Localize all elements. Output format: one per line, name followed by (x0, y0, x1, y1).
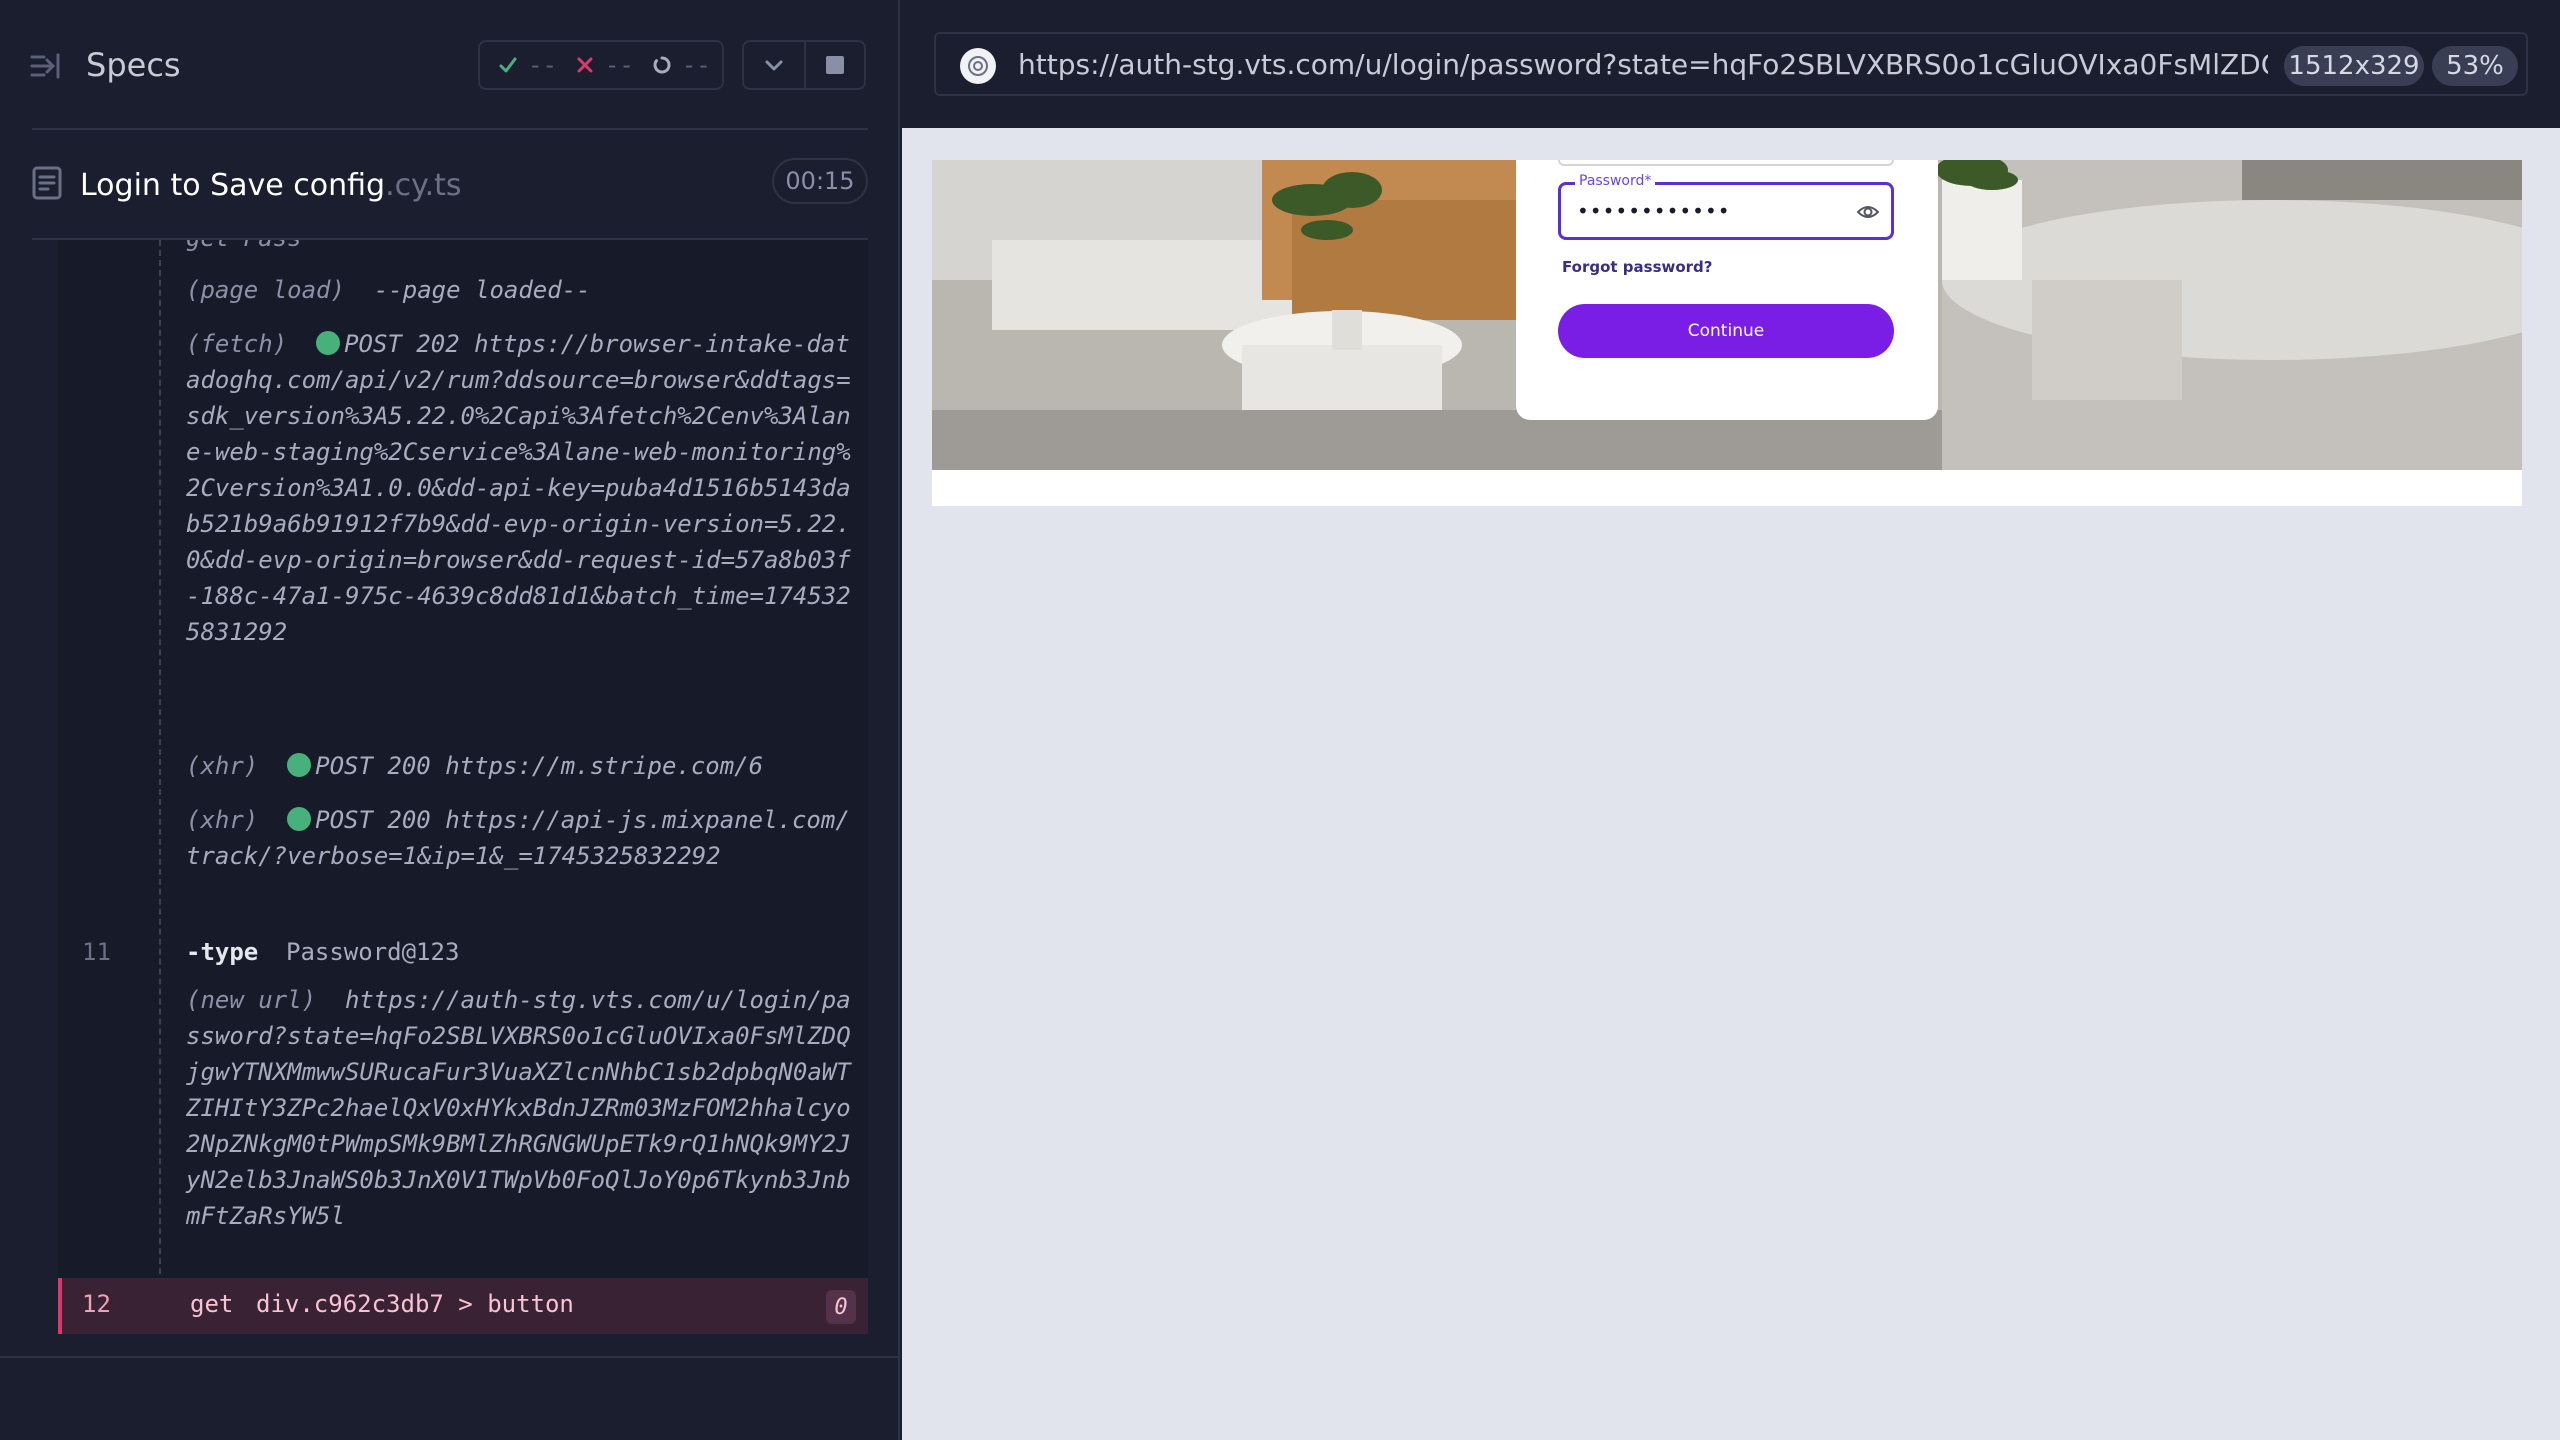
spec-name-base: Login to Save config (80, 168, 386, 203)
log-entry-cut: get Pass (186, 240, 302, 256)
x-icon (577, 57, 593, 73)
spec-duration-badge: 00:15 (772, 158, 868, 204)
spec-name: Login to Save config.cy.ts (80, 166, 462, 206)
log-entry-kind: (page load) (186, 276, 345, 304)
aut-panel: https://auth-stg.vts.com/u/login/passwor… (902, 0, 2560, 1440)
command-log[interactable]: get Pass (page load) --page loaded-- (fe… (58, 240, 868, 1334)
pending-stat: -- (652, 51, 711, 79)
stop-icon (825, 56, 844, 74)
email-field[interactable] (1558, 160, 1894, 166)
pending-icon (653, 56, 671, 74)
log-entry-text: https://auth-stg.vts.com/u/login/passwor… (186, 986, 851, 1230)
test-stats: -- -- -- (478, 40, 724, 90)
run-controls (742, 40, 866, 90)
collapse-chevron-icon[interactable] (744, 42, 804, 88)
check-icon (499, 57, 517, 73)
pending-count: -- (681, 51, 711, 79)
log-entry-kind: (xhr) (186, 752, 259, 780)
eye-icon[interactable] (1857, 203, 1879, 221)
password-field[interactable]: Password* •••••••••••• (1558, 173, 1894, 240)
viewport-size-badge[interactable]: 1512x329 (2284, 46, 2424, 86)
log-entry-new-url[interactable]: (new url) https://auth-stg.vts.com/u/log… (186, 982, 854, 1234)
command-name: get (190, 1290, 234, 1318)
command-name: -type (186, 938, 259, 966)
passed-stat: -- (498, 51, 557, 79)
url-bar[interactable]: https://auth-stg.vts.com/u/login/passwor… (934, 32, 2528, 96)
specs-header: Specs -- -- -- (0, 0, 900, 130)
command-number: 11 (82, 938, 111, 966)
log-entry-xhr[interactable]: (xhr) POST 200 https://m.stripe.com/6 (186, 748, 854, 784)
element-count-badge: 0 (826, 1290, 856, 1324)
passed-count: -- (528, 51, 557, 79)
log-entry-text: POST 200 https://api-js.mixpanel.com/tra… (186, 806, 850, 870)
failed-stat: -- (575, 51, 634, 79)
log-entry-text: POST 200 https://m.stripe.com/6 (315, 752, 764, 780)
url-text: https://auth-stg.vts.com/u/login/passwor… (1018, 48, 2268, 81)
stop-button[interactable] (803, 42, 864, 88)
zoom-badge[interactable]: 53% (2432, 46, 2518, 86)
command-type[interactable]: 11 -type Password@123 (58, 926, 868, 982)
document-icon (32, 166, 62, 200)
log-entry-page-load[interactable]: (page load) --page loaded-- (186, 272, 854, 308)
log-entry-kind: (new url) (186, 986, 317, 1014)
log-guide-line (159, 240, 161, 1334)
forgot-password-link[interactable]: Forgot password? (1562, 258, 1713, 276)
specs-title[interactable]: Specs (86, 45, 181, 85)
command-get-failed[interactable]: 12 get div.c962c3db7 > button 0 (58, 1278, 868, 1334)
log-entry-kind: (fetch) (186, 330, 288, 358)
failed-count: -- (604, 51, 634, 79)
log-entry-xhr[interactable]: (xhr) POST 200 https://api-js.mixpanel.c… (186, 802, 854, 874)
password-label: Password* (1575, 173, 1656, 189)
log-entry-text: --page loaded-- (373, 276, 591, 304)
status-dot-icon (287, 807, 312, 831)
reporter-bottom-divider (0, 1356, 900, 1358)
spec-name-ext: .cy.ts (385, 168, 462, 203)
command-number: 12 (82, 1290, 111, 1318)
password-value: •••••••••••• (1577, 199, 1731, 223)
log-entry-kind: (xhr) (186, 806, 259, 834)
status-dot-icon (287, 753, 312, 777)
command-arg: Password@123 (286, 938, 460, 966)
aut-header: https://auth-stg.vts.com/u/login/passwor… (902, 0, 2560, 128)
spec-row[interactable]: Login to Save config.cy.ts 00:15 (0, 130, 900, 238)
command-arg: div.c962c3db7 > button (256, 1290, 574, 1318)
reporter-panel: Specs -- -- -- Login to Save config.cy.t… (0, 0, 900, 1440)
status-dot-icon (316, 331, 341, 355)
log-entry-fetch[interactable]: (fetch) POST 202 https://browser-intake-… (186, 326, 854, 650)
specs-list-toggle-icon[interactable] (30, 50, 62, 82)
site-favicon-icon (960, 48, 996, 84)
continue-button[interactable]: Continue (1558, 304, 1894, 358)
login-card: Password* •••••••••••• Forgot password? … (1516, 160, 1938, 420)
aut-iframe: Password* •••••••••••• Forgot password? … (932, 160, 2522, 506)
log-entry-text: POST 202 https://browser-intake-datadogh… (186, 330, 851, 646)
